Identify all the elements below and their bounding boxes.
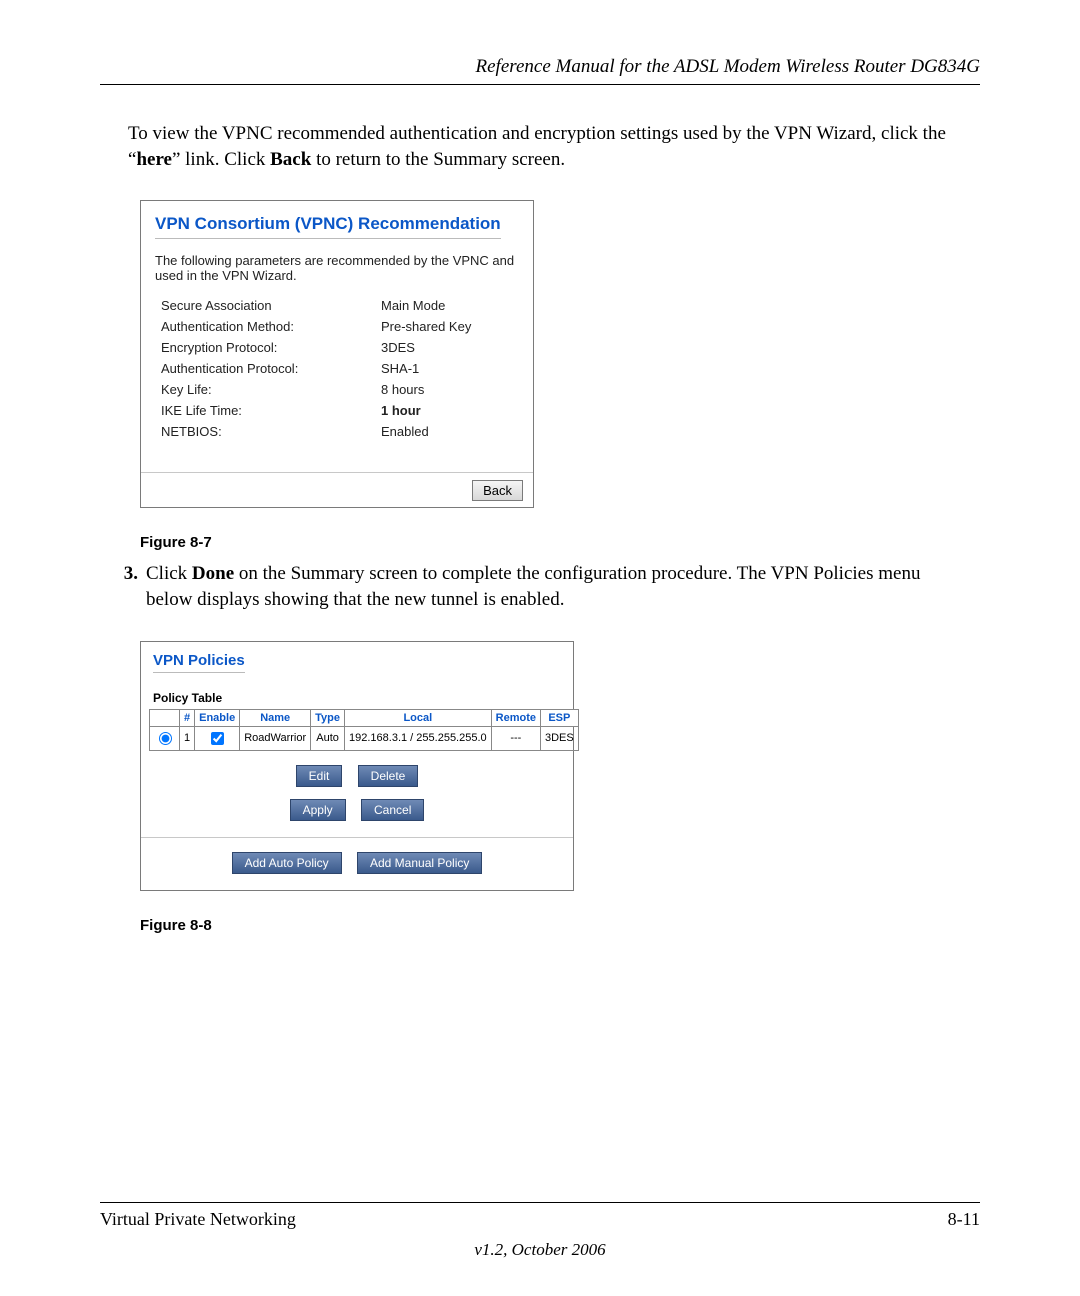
add-manual-policy-button[interactable]: Add Manual Policy — [357, 852, 482, 874]
cancel-button[interactable]: Cancel — [361, 799, 424, 821]
vpnc-panel-title: VPN Consortium (VPNC) Recommendation — [155, 214, 501, 239]
col-local: Local — [345, 709, 492, 726]
vpn-policies-title: VPN Policies — [153, 652, 245, 673]
footer-right: 8-11 — [948, 1209, 980, 1230]
cell-remote: --- — [491, 726, 540, 750]
param-row: NETBIOS:Enabled — [161, 421, 519, 442]
col-name: Name — [240, 709, 311, 726]
done-text: Done — [192, 563, 234, 584]
param-row: Secure AssociationMain Mode — [161, 295, 519, 316]
row-enable-checkbox[interactable] — [211, 732, 224, 745]
table-row: 1 RoadWarrior Auto 192.168.3.1 / 255.255… — [150, 726, 579, 750]
param-row: IKE Life Time:1 hour — [161, 400, 519, 421]
cell-name: RoadWarrior — [240, 726, 311, 750]
step-marker: 3. — [100, 561, 146, 612]
row-select-radio[interactable] — [159, 732, 172, 745]
page-header: Reference Manual for the ADSL Modem Wire… — [100, 56, 980, 85]
page-footer: Virtual Private Networking 8-11 v1.2, Oc… — [100, 1202, 980, 1260]
param-row: Authentication Method:Pre-shared Key — [161, 316, 519, 337]
figure-caption-1: Figure 8-7 — [140, 534, 980, 551]
back-button[interactable]: Back — [472, 480, 523, 501]
cell-local: 192.168.3.1 / 255.255.255.0 — [345, 726, 492, 750]
figure-caption-2: Figure 8-8 — [140, 917, 980, 934]
col-remote: Remote — [491, 709, 540, 726]
vpn-policies-panel: VPN Policies Policy Table # Enable Name … — [140, 641, 574, 891]
cell-type: Auto — [311, 726, 345, 750]
vpnc-panel-desc: The following parameters are recommended… — [141, 239, 533, 289]
param-row: Authentication Protocol:SHA-1 — [161, 358, 519, 379]
here-link-text: here — [136, 149, 172, 170]
col-enable: Enable — [195, 709, 240, 726]
edit-button[interactable]: Edit — [296, 765, 343, 787]
step3-text-2: on the Summary screen to complete the co… — [146, 563, 920, 610]
apply-button[interactable]: Apply — [290, 799, 346, 821]
footer-left: Virtual Private Networking — [100, 1209, 296, 1230]
add-auto-policy-button[interactable]: Add Auto Policy — [232, 852, 342, 874]
vpnc-param-table: Secure AssociationMain Mode Authenticati… — [141, 289, 533, 472]
cell-esp: 3DES — [540, 726, 578, 750]
back-text: Back — [270, 149, 311, 170]
delete-button[interactable]: Delete — [358, 765, 419, 787]
col-type: Type — [311, 709, 345, 726]
policy-table-label: Policy Table — [141, 673, 573, 707]
intro-text-3: to return to the Summary screen. — [311, 149, 565, 170]
footer-version: v1.2, October 2006 — [100, 1240, 980, 1260]
step-3: 3. Click Done on the Summary screen to c… — [100, 561, 980, 612]
intro-text-2: ” link. Click — [172, 149, 270, 170]
param-row: Key Life:8 hours — [161, 379, 519, 400]
col-select — [150, 709, 180, 726]
cell-num: 1 — [180, 726, 195, 750]
col-esp: ESP — [540, 709, 578, 726]
policy-table: # Enable Name Type Local Remote ESP 1 Ro… — [149, 709, 579, 751]
vpnc-panel: VPN Consortium (VPNC) Recommendation The… — [140, 200, 534, 508]
step3-text-1: Click — [146, 563, 192, 584]
param-row: Encryption Protocol:3DES — [161, 337, 519, 358]
intro-paragraph: To view the VPNC recommended authenticat… — [128, 121, 970, 172]
col-num: # — [180, 709, 195, 726]
